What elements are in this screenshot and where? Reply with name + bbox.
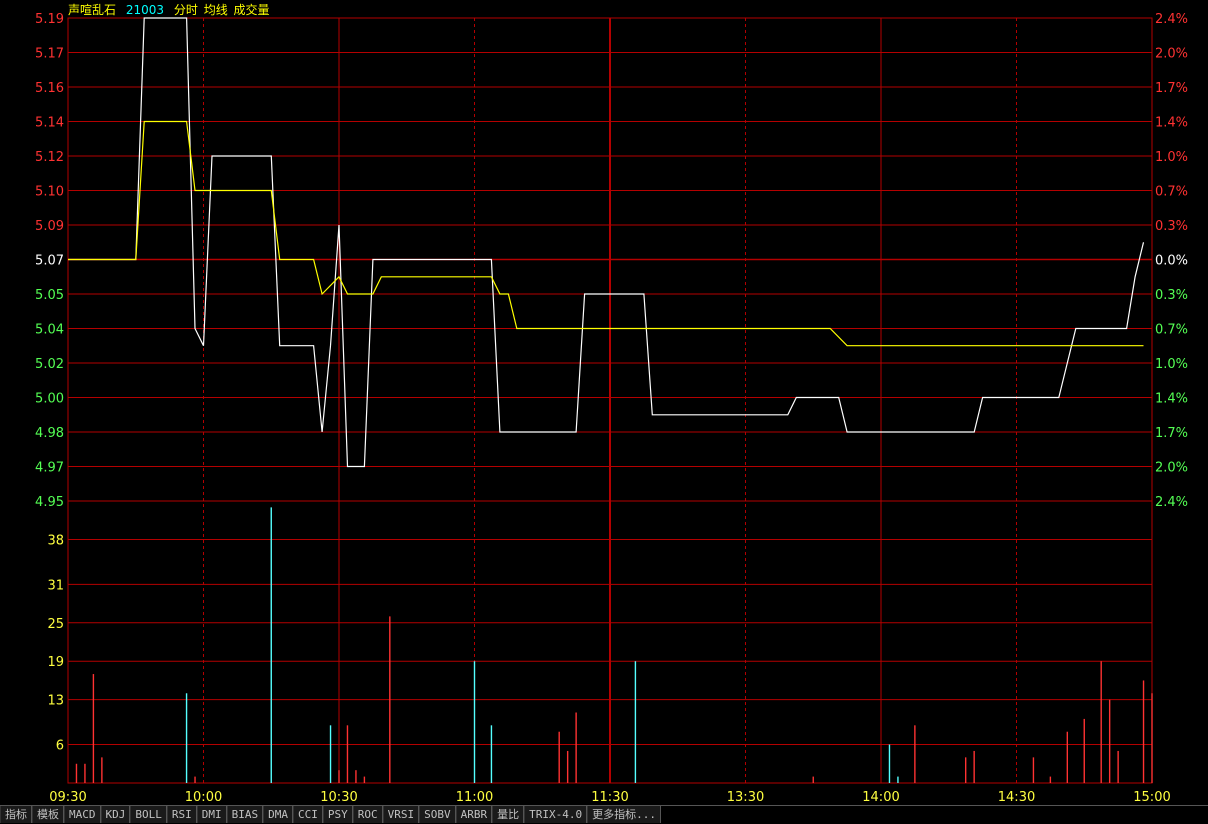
indicator-tab-bar: 指标 模板 MACD KDJ BOLL RSI DMI BIAS DMA CCI PSY ROC VRS… (0, 805, 1208, 824)
indicator-tab[interactable]: DMA (263, 806, 293, 823)
percent-tick-label: 0.7% (1155, 185, 1188, 200)
time-tick-label: 10:00 (185, 790, 222, 805)
indicator-tab[interactable]: BIAS (226, 806, 264, 823)
percent-tick-label: 0.0% (1155, 254, 1188, 269)
price-tick-label: 5.19 (35, 12, 64, 27)
percent-tick-label: 1.4% (1155, 392, 1188, 407)
price-tick-label: 5.14 (35, 116, 64, 131)
intraday-chart[interactable]: 5.19 5.17 5.16 5.14 5.12 5.10 5.09 5.07 5.05 5.04… (0, 0, 1208, 805)
indicator-tab[interactable]: ARBR (455, 806, 493, 823)
price-tick-label: 5.05 (35, 288, 64, 303)
price-tick-label: 5.16 (35, 81, 64, 96)
indicator-tab[interactable]: 更多指标... (587, 806, 661, 823)
percent-tick-label: 0.3% (1155, 288, 1188, 303)
percent-tick-label: 1.0% (1155, 357, 1188, 372)
price-tick-label: 4.95 (35, 495, 64, 510)
price-tick-label: 4.98 (35, 426, 64, 441)
stock-name: 声喧乱石 (68, 3, 117, 17)
price-tick-label: 5.02 (35, 357, 64, 372)
indicator-tab[interactable]: CCI (293, 806, 323, 823)
stock-code: 21003 (125, 3, 165, 17)
time-tick-label: 14:30 (998, 790, 1035, 805)
indicator-tab[interactable]: PSY (322, 806, 353, 823)
price-lines (68, 17, 1145, 468)
indicator-tab[interactable]: MACD (64, 806, 101, 823)
percent-tick-label: 1.0% (1155, 150, 1188, 165)
indicator-label-volume: 成交量 (233, 3, 270, 17)
indicator-tab[interactable]: DMI (196, 806, 227, 823)
price-tick-label: 5.09 (35, 219, 64, 234)
time-tick-label: 11:00 (456, 790, 493, 805)
indicator-tab[interactable]: BOLL (130, 806, 167, 823)
price-axis-left: 5.19 5.17 5.16 5.14 5.12 5.10 5.09 5.07 5.05 5.04… (35, 12, 64, 510)
indicator-label-avg: 均线 (203, 3, 228, 17)
price-tick-label: 5.07 (35, 254, 64, 269)
percent-tick-label: 2.0% (1155, 461, 1188, 476)
volume-axis: 38 31 25 19 13 6 (47, 533, 64, 753)
percent-tick-label: 2.0% (1155, 47, 1188, 62)
indicator-tab[interactable]: ROC (352, 806, 383, 823)
price-tick-label: 5.04 (35, 323, 64, 338)
indicator-tab[interactable]: 量比 (492, 806, 525, 823)
percent-tick-label: 0.7% (1155, 323, 1188, 338)
price-line (68, 17, 1145, 468)
time-tick-label: 10:30 (320, 790, 357, 805)
volume-tick-label: 31 (47, 578, 64, 593)
price-tick-label: 5.12 (35, 150, 64, 165)
indicator-tab[interactable]: KDJ (100, 806, 131, 823)
time-tick-label: 15:00 (1133, 790, 1170, 805)
percent-tick-label: 1.7% (1155, 81, 1188, 96)
indicator-tab[interactable]: TRIX-4.0 (524, 806, 588, 823)
indicator-tab[interactable]: 模板 (32, 806, 64, 823)
volume-bars (75, 507, 1153, 783)
indicator-tab[interactable]: SOBV (419, 806, 456, 823)
indicator-tab[interactable]: VRSI (382, 806, 420, 823)
time-tick-label: 13:30 (727, 790, 764, 805)
percent-tick-label: 0.3% (1155, 219, 1188, 234)
volume-tick-label: 6 (56, 739, 64, 754)
percent-tick-label: 2.4% (1155, 495, 1188, 510)
average-line (68, 120, 1144, 347)
percent-tick-label: 1.7% (1155, 426, 1188, 441)
percent-tick-label: 2.4% (1155, 12, 1188, 27)
time-axis: 09:30 10:00 10:30 11:00 11:30 13:30 14:00 14:30… (49, 790, 1170, 805)
chart-header: 声喧乱石 21003 分时 均线 成交量 (68, 2, 276, 18)
indicator-label-fenshi: 分时 (173, 3, 198, 17)
time-tick-label: 09:30 (49, 790, 86, 805)
indicator-tab[interactable]: RSI (166, 806, 197, 823)
time-tick-label: 11:30 (591, 790, 628, 805)
time-tick-label: 14:00 (862, 790, 899, 805)
volume-tick-label: 25 (47, 617, 64, 632)
price-tick-label: 5.10 (35, 185, 64, 200)
volume-tick-label: 13 (47, 694, 64, 709)
indicator-tab[interactable]: 指标 (0, 806, 32, 823)
price-tick-label: 5.00 (35, 392, 64, 407)
price-tick-label: 5.17 (35, 47, 64, 62)
price-tick-label: 4.97 (35, 461, 64, 476)
chart-grid (67, 17, 1153, 784)
percent-axis-right: 2.4% 2.0% 1.7% 1.4% 1.0% 0.7% 0.3% 0.0% 0.3% 0.7%… (1155, 12, 1188, 510)
volume-tick-label: 38 (47, 533, 64, 548)
volume-tick-label: 19 (47, 655, 64, 670)
percent-tick-label: 1.4% (1155, 116, 1188, 131)
